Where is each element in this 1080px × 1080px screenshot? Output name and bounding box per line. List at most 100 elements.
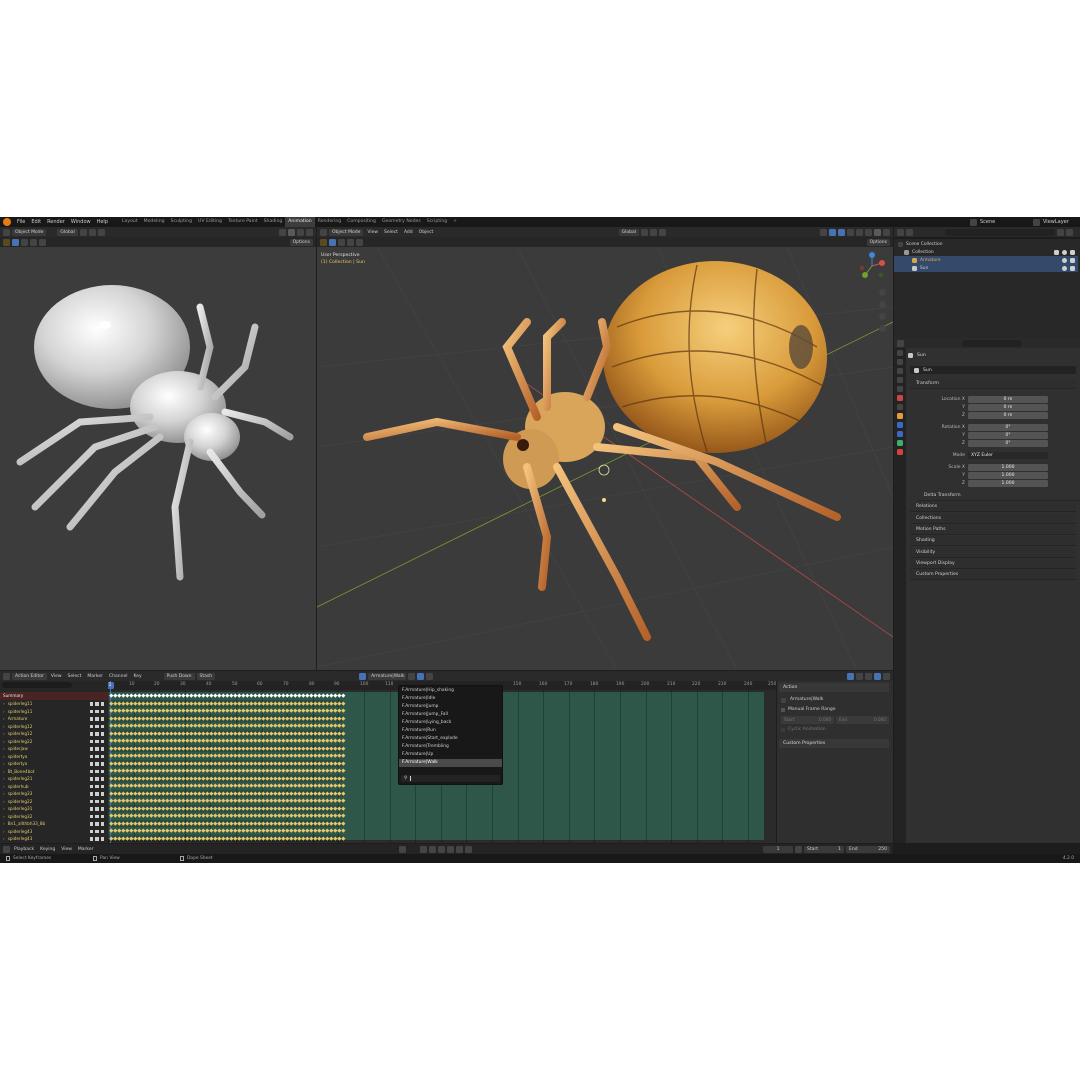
action-panel-header[interactable]: Action <box>779 683 889 692</box>
lock-icon[interactable] <box>95 784 99 788</box>
wrench-icon[interactable] <box>89 807 93 811</box>
channel-row[interactable]: › spidertya <box>0 760 108 768</box>
transform-field-value[interactable]: 0 m <box>968 395 1048 403</box>
show-hidden-icon[interactable] <box>856 672 863 680</box>
expand-arrow-icon[interactable]: › <box>3 806 5 811</box>
lock-icon[interactable] <box>95 739 99 743</box>
summary-row[interactable]: Summary <box>0 692 108 700</box>
channel-toggle-icons[interactable] <box>89 754 104 758</box>
snapping-icon[interactable] <box>874 672 881 680</box>
ae-menu-channel[interactable]: Channel <box>107 673 129 680</box>
eye-icon[interactable] <box>1062 257 1067 263</box>
gizmo-icon[interactable] <box>829 228 836 236</box>
action-browse-icon[interactable] <box>359 672 367 680</box>
channel-toggle-icons[interactable] <box>89 724 104 728</box>
mute-icon[interactable] <box>100 702 104 706</box>
channel-toggle-icons[interactable] <box>89 784 104 788</box>
wrench-icon[interactable] <box>89 777 93 781</box>
select-mode-icon[interactable] <box>329 238 336 246</box>
channel-row[interactable]: › spiderleg33 <box>0 790 108 798</box>
channel-row[interactable]: › spiderleg31 <box>0 805 108 813</box>
editor-type-icon[interactable] <box>3 845 10 853</box>
transform-panel-header[interactable]: Transform <box>910 379 1076 389</box>
property-section-collections[interactable]: Collections <box>910 513 1076 524</box>
channel-row[interactable]: › spiderleg43 <box>0 835 108 843</box>
expand-arrow-icon[interactable]: › <box>3 784 5 789</box>
tab-shading[interactable]: Shading <box>261 217 286 227</box>
ae-menu-marker[interactable]: Marker <box>85 673 105 680</box>
channel-row[interactable]: › spiderleg43 <box>0 828 108 836</box>
select-subtract-icon[interactable] <box>30 238 37 246</box>
editor-type-icon[interactable] <box>897 339 904 347</box>
wrench-icon[interactable] <box>89 799 93 803</box>
zoom-icon[interactable] <box>879 289 886 296</box>
main-options-button[interactable]: Options <box>866 238 890 246</box>
lock-icon[interactable] <box>95 762 99 766</box>
dropdown-action-item[interactable]: F.Armature|Idle <box>399 695 502 703</box>
channel-row[interactable]: › spidertya <box>0 753 108 761</box>
editor-type-icon[interactable] <box>3 672 10 680</box>
lock-icon[interactable] <box>95 724 99 728</box>
wrench-icon[interactable] <box>89 754 93 758</box>
channel-toggle-icons[interactable] <box>89 732 104 736</box>
channel-toggle-icons[interactable] <box>89 829 104 833</box>
tab-texture-paint[interactable]: Texture Paint <box>225 217 261 227</box>
lock-icon[interactable] <box>95 769 99 773</box>
add-workspace-button[interactable]: + <box>450 217 460 227</box>
tab-compositing[interactable]: Compositing <box>344 217 379 227</box>
select-invert-icon[interactable] <box>356 238 363 246</box>
snap-icon[interactable] <box>650 228 657 236</box>
wrench-icon[interactable] <box>89 762 93 766</box>
expand-arrow-icon[interactable]: › <box>3 724 5 729</box>
filter-icon[interactable] <box>1057 228 1064 236</box>
tab-layout[interactable]: Layout <box>119 217 141 227</box>
mute-icon[interactable] <box>100 762 104 766</box>
mute-icon[interactable] <box>100 732 104 736</box>
end-frame-field[interactable]: End 250 <box>846 845 890 853</box>
lock-icon[interactable] <box>95 702 99 706</box>
lock-icon[interactable] <box>95 829 99 833</box>
main-menu-view[interactable]: View <box>365 229 380 236</box>
display-mode-icon[interactable] <box>906 228 913 236</box>
dropdown-action-item[interactable]: F.Armature|Jump_Fall <box>399 711 502 719</box>
wrench-icon[interactable] <box>89 739 93 743</box>
select-mode-icon[interactable] <box>12 238 19 246</box>
snap-icon[interactable] <box>88 228 96 236</box>
lock-icon[interactable] <box>95 777 99 781</box>
wrench-icon[interactable] <box>89 829 93 833</box>
dropdown-action-item[interactable]: F.Armature|Up <box>399 751 502 759</box>
new-collection-icon[interactable] <box>1066 228 1073 236</box>
prev-keyframe-icon[interactable] <box>429 845 437 853</box>
outliner-row-armature[interactable]: Armature <box>894 256 1078 264</box>
lock-icon[interactable] <box>95 732 99 736</box>
preview-range-icon[interactable] <box>795 845 802 853</box>
expand-arrow-icon[interactable]: › <box>3 754 5 759</box>
channel-toggle-icons[interactable] <box>89 762 104 766</box>
main-mode-select[interactable]: Object Mode <box>329 228 364 236</box>
menu-edit[interactable]: Edit <box>28 217 44 227</box>
stash-button[interactable]: Stash <box>196 672 216 680</box>
outliner-search-field[interactable] <box>945 228 1055 236</box>
channel-toggle-icons[interactable] <box>89 807 104 811</box>
tab-scripting[interactable]: Scripting <box>424 217 450 227</box>
world-tab-icon[interactable] <box>897 395 903 401</box>
grid-view-icon[interactable] <box>879 325 886 332</box>
wrench-icon[interactable] <box>89 814 93 818</box>
properties-search-field[interactable] <box>962 339 1022 347</box>
transform-field-value[interactable]: 0° <box>968 431 1048 439</box>
render-tab-icon[interactable] <box>897 359 903 365</box>
record-icon[interactable] <box>399 845 407 853</box>
property-section-custom-properties[interactable]: Custom Properties <box>910 570 1076 581</box>
channel-row[interactable]: › spiderleg22 <box>0 798 108 806</box>
lock-icon[interactable] <box>95 837 99 841</box>
shading-rendered-icon[interactable] <box>306 228 313 236</box>
channel-search-field[interactable] <box>2 682 72 688</box>
scene-selector[interactable]: Scene <box>977 217 1033 227</box>
channel-row[interactable]: › Bt_Bone4bot <box>0 768 108 776</box>
outliner-row-collection[interactable]: Collection <box>894 248 1078 256</box>
mute-icon[interactable] <box>100 724 104 728</box>
camera-icon[interactable] <box>1070 249 1075 255</box>
expand-arrow-icon[interactable]: › <box>3 701 5 706</box>
shading-solid-icon[interactable] <box>288 228 295 236</box>
transform-field-value[interactable]: 1.000 <box>968 471 1048 479</box>
